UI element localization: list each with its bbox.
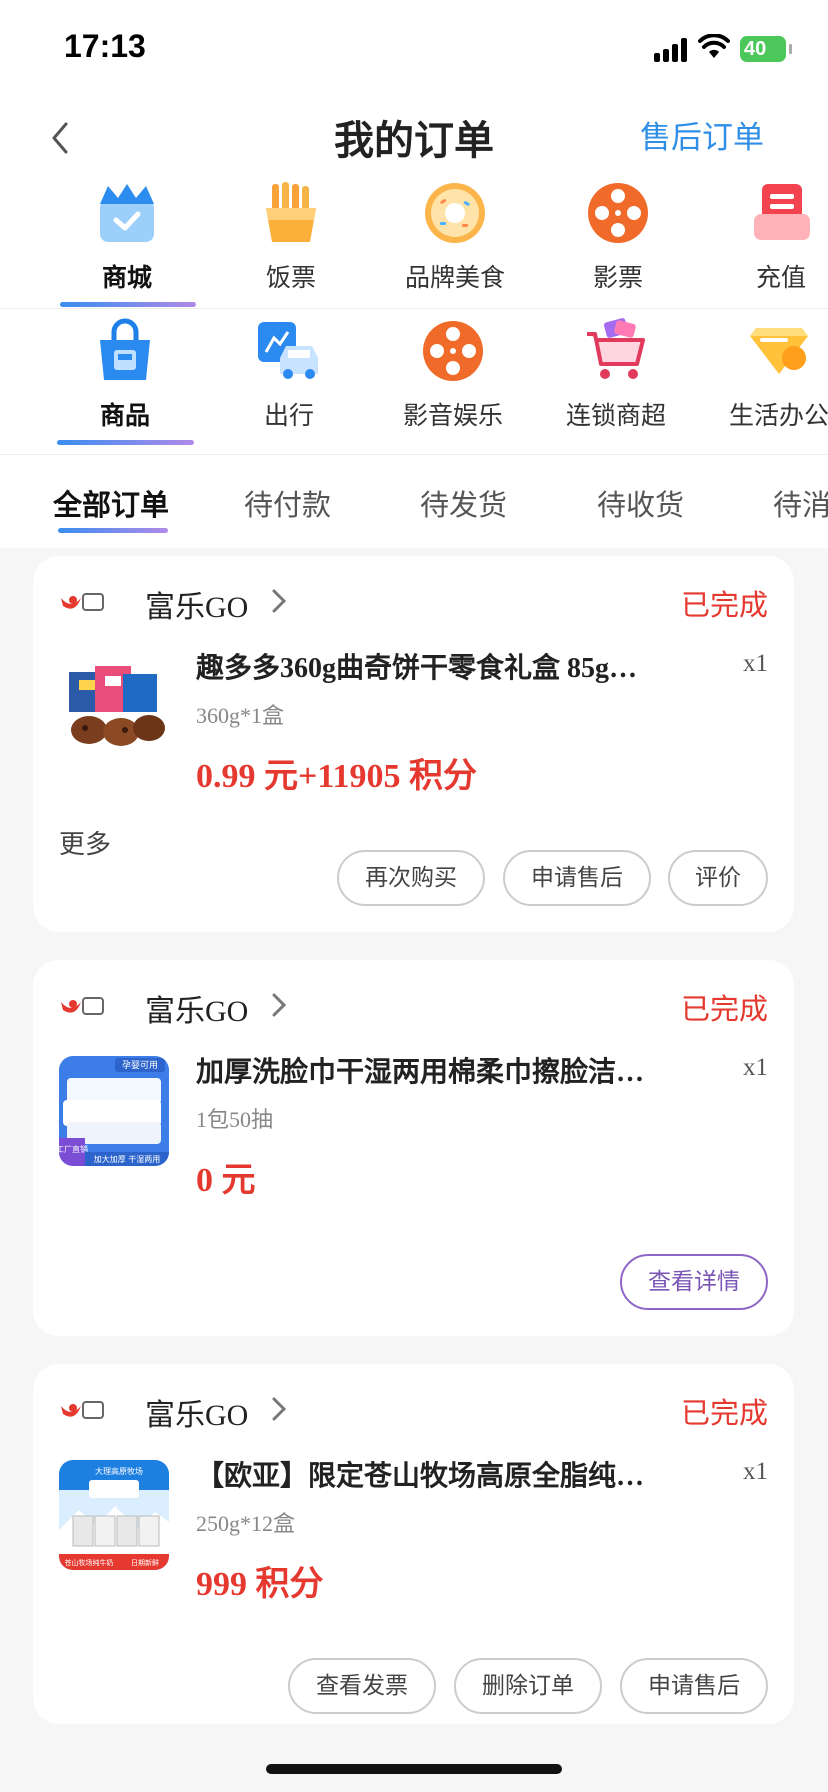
back-arrow-icon[interactable]: [42, 112, 78, 164]
category-label: 商品: [99, 401, 150, 430]
tab-pending-consumption[interactable]: 待消费: [773, 482, 828, 524]
fries-icon: [266, 182, 316, 242]
category-label: 商城: [101, 263, 152, 292]
product-spec: 1包50抽: [196, 1107, 274, 1132]
order-price: 0 元: [196, 1162, 256, 1199]
order-status: 已完成: [680, 1396, 768, 1430]
product-name[interactable]: 趣多多360g曲奇饼干零食礼盒 85g…: [196, 646, 666, 686]
after-sales-orders-link[interactable]: 售后订单: [640, 112, 764, 157]
signal-icon: [654, 38, 690, 62]
chevron-right-icon: [272, 589, 287, 613]
category-row-primary: 商城 饭票 品牌美食 影票 充值: [0, 180, 828, 309]
order-status: 已完成: [680, 992, 768, 1026]
category-recharge[interactable]: 充值: [706, 180, 828, 294]
product-spec: 250g*12盒: [196, 1511, 296, 1536]
thumb-text: 日期新鲜: [131, 1558, 159, 1567]
crown-bag-icon: [100, 184, 154, 242]
thumb-text: 孕婴可用: [122, 1060, 158, 1071]
category-row-secondary: 商品 出行 影音娱乐 连锁商超 生活办公: [0, 318, 828, 455]
product-quantity: x1: [743, 1458, 768, 1485]
shopping-bag-icon: [100, 318, 150, 380]
view-invoice-button[interactable]: 查看发票: [288, 1658, 436, 1714]
category-active-underline: [60, 302, 196, 307]
category-label: 影票: [592, 263, 643, 292]
status-bar: 17:13 40: [0, 0, 828, 100]
category-entertainment[interactable]: 影音娱乐: [378, 318, 528, 432]
order-card[interactable]: 富乐GO 已完成 大理高原牧场 苍山牧场纯牛奶 日期新鲜 【欧亚】限定苍山牧场高…: [33, 1364, 794, 1724]
category-label: 连锁商超: [565, 401, 666, 430]
recharge-card-icon: [754, 184, 810, 240]
chevron-right-icon: [272, 1397, 287, 1421]
shop-name: 富乐GO: [145, 591, 249, 624]
product-thumbnail[interactable]: 大理高原牧场 苍山牧场纯牛奶 日期新鲜: [59, 1460, 169, 1570]
category-movie-ticket[interactable]: 影票: [543, 180, 693, 294]
category-label: 生活办公: [728, 401, 828, 430]
category-label: 影音娱乐: [402, 401, 503, 430]
film-reel-icon: [423, 321, 483, 381]
product-name[interactable]: 【欧亚】限定苍山牧场高原全脂纯…: [196, 1454, 666, 1494]
wifi-icon: [698, 34, 730, 58]
category-label: 饭票: [265, 263, 316, 292]
shop-name: 富乐GO: [145, 995, 249, 1028]
category-travel[interactable]: 出行: [214, 318, 364, 432]
category-label: 充值: [755, 263, 806, 292]
donut-icon: [425, 183, 485, 243]
product-quantity: x1: [743, 1054, 768, 1081]
battery-icon: 40: [740, 36, 792, 62]
view-details-button[interactable]: 查看详情: [620, 1254, 768, 1310]
shop-name: 富乐GO: [145, 1399, 249, 1432]
product-name[interactable]: 加厚洗脸巾干湿两用棉柔巾擦脸洁…: [196, 1050, 666, 1090]
delete-order-button[interactable]: 删除订单: [454, 1658, 602, 1714]
thumb-text: 大理高原牧场: [95, 1466, 143, 1476]
product-quantity: x1: [743, 650, 768, 677]
category-label: 品牌美食: [404, 263, 505, 292]
more-button[interactable]: 更多: [59, 824, 111, 861]
tab-pending-receipt[interactable]: 待收货: [597, 482, 684, 524]
category-life-office[interactable]: 生活办公: [704, 318, 828, 432]
shop-logo-icon: [61, 593, 104, 611]
category-mall[interactable]: 商城: [52, 180, 202, 294]
after-sales-button[interactable]: 申请售后: [503, 850, 651, 906]
thumb-text: 苍山牧场纯牛奶: [65, 1558, 114, 1567]
order-price: 999 积分: [196, 1566, 324, 1603]
category-label: 出行: [263, 401, 314, 430]
tab-pending-payment[interactable]: 待付款: [244, 482, 331, 524]
buy-again-button[interactable]: 再次购买: [337, 850, 485, 906]
product-thumbnail[interactable]: 孕婴可用 工厂直销 加大加厚 干湿两用: [59, 1056, 169, 1166]
nav-bar: 我的订单 售后订单: [0, 100, 828, 180]
tab-pending-shipment[interactable]: 待发货: [420, 482, 507, 524]
order-card[interactable]: 富乐GO 已完成 趣多多360g曲奇饼干零食礼盒 85g… x1 360g*1盒…: [33, 556, 794, 932]
review-button[interactable]: 评价: [668, 850, 768, 906]
category-meal-ticket[interactable]: 饭票: [216, 180, 366, 294]
thumb-text: 加大加厚 干湿两用: [94, 1154, 161, 1164]
coupon-gem-icon: [750, 328, 808, 374]
tab-all-orders[interactable]: 全部订单: [53, 482, 169, 524]
tab-active-underline: [58, 528, 168, 533]
shopping-cart-icon: [587, 318, 645, 379]
after-sales-button[interactable]: 申请售后: [620, 1658, 768, 1714]
film-reel-icon: [588, 183, 648, 243]
order-price: 0.99 元+11905 积分: [196, 758, 477, 795]
status-time: 17:13: [64, 28, 146, 64]
order-status-tabs: 全部订单 待付款 待发货 待收货 待消费: [0, 460, 828, 546]
category-brand-food[interactable]: 品牌美食: [380, 180, 530, 294]
home-indicator[interactable]: [266, 1764, 562, 1774]
chevron-right-icon: [272, 993, 287, 1017]
order-status: 已完成: [680, 588, 768, 622]
product-spec: 360g*1盒: [196, 703, 285, 728]
shop-logo-icon: [61, 1401, 104, 1419]
product-thumbnail[interactable]: [59, 652, 169, 762]
thumb-text: 工厂直销: [59, 1144, 88, 1154]
category-goods[interactable]: 商品: [50, 318, 200, 432]
category-active-underline: [57, 440, 194, 445]
category-supermarket[interactable]: 连锁商超: [541, 318, 691, 432]
car-icon: [258, 322, 318, 379]
shop-logo-icon: [61, 997, 104, 1015]
order-card[interactable]: 富乐GO 已完成 孕婴可用 工厂直销 加大加厚 干湿两用 加厚洗脸巾干湿两用棉柔…: [33, 960, 794, 1336]
